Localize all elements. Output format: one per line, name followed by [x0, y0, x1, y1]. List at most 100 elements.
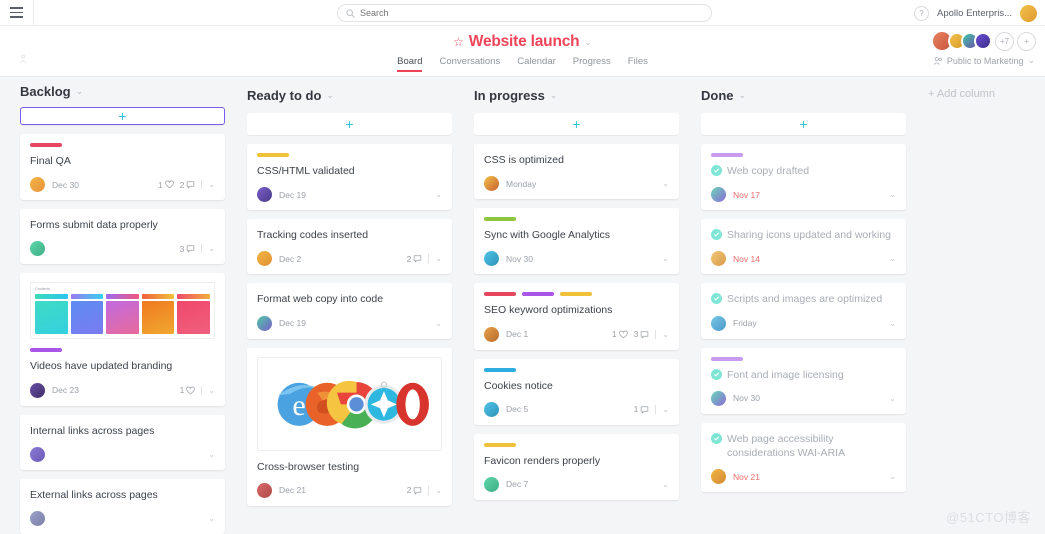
avatar[interactable] [30, 382, 45, 398]
comment-count[interactable]: 2 [407, 254, 423, 264]
avatar[interactable] [974, 32, 992, 50]
label-chip[interactable] [484, 292, 516, 297]
task-card[interactable]: Forms submit data properly 3 ⌄ [20, 209, 225, 265]
tab-progress[interactable]: Progress [573, 56, 611, 72]
avatar[interactable] [30, 511, 45, 526]
org-name[interactable]: Apollo Enterpris... [937, 8, 1012, 19]
chevron-down-icon[interactable]: ⌄ [208, 244, 215, 253]
like-count[interactable]: 1 [180, 385, 196, 395]
chevron-down-icon[interactable]: ⌄ [889, 394, 896, 403]
completed-check-icon[interactable] [711, 229, 722, 241]
chevron-down-icon[interactable]: ⌄ [208, 514, 215, 523]
chevron-down-icon[interactable]: ⌄ [889, 472, 896, 481]
like-count[interactable]: 1 [612, 329, 628, 339]
task-card[interactable]: Internal links across pages ⌄ [20, 414, 225, 470]
search-box[interactable] [337, 4, 712, 22]
chevron-down-icon[interactable]: ⌄ [208, 386, 215, 395]
chevron-down-icon[interactable]: ⌄ [435, 319, 442, 328]
avatar[interactable] [257, 251, 272, 267]
task-card[interactable]: Web copy drafted Nov 17 ⌄ [701, 144, 906, 211]
task-card[interactable]: Sharing icons updated and working Nov 14 ⌄ [701, 219, 906, 275]
comment-count[interactable]: 2 [180, 180, 196, 190]
task-card[interactable]: Final QA Dec 30 1 2 ⌄ [20, 134, 225, 201]
comment-count[interactable]: 1 [634, 404, 650, 414]
label-chip[interactable] [711, 153, 743, 157]
label-chip[interactable] [711, 356, 743, 361]
avatar[interactable] [711, 187, 726, 203]
collapse-sidebar-icon[interactable] [18, 54, 28, 64]
avatar[interactable] [30, 177, 45, 193]
task-card[interactable]: Web page accessibility considerations WA… [701, 422, 906, 493]
task-card[interactable]: Sync with Google Analytics Nov 30 ⌄ [474, 208, 679, 275]
chevron-down-icon[interactable]: ⌄ [435, 254, 442, 263]
task-card[interactable]: CSS is optimized Monday ⌄ [474, 144, 679, 200]
chevron-down-icon[interactable]: ⌄ [326, 90, 334, 101]
task-card[interactable]: Gradients Videos have updated branding Dec… [20, 273, 225, 406]
avatar[interactable] [257, 315, 272, 331]
chevron-down-icon[interactable]: ⌄ [662, 480, 669, 489]
avatar[interactable] [30, 241, 45, 257]
completed-check-icon[interactable] [711, 293, 722, 305]
task-card[interactable]: CSS/HTML validated Dec 19 ⌄ [247, 144, 452, 211]
task-card[interactable]: Tracking codes inserted Dec 2 2 ⌄ [247, 219, 452, 275]
chevron-down-icon[interactable]: ⌄ [208, 180, 215, 189]
avatar[interactable] [257, 482, 272, 498]
avatar[interactable] [1020, 4, 1037, 22]
avatar[interactable] [484, 326, 499, 342]
chevron-down-icon[interactable]: ⌄ [435, 486, 442, 495]
comment-count[interactable]: 3 [180, 244, 196, 254]
comment-count[interactable]: 3 [634, 329, 650, 339]
add-member-button[interactable]: + [1017, 31, 1036, 51]
hamburger-icon[interactable] [0, 0, 34, 26]
chevron-down-icon[interactable]: ⌄ [435, 190, 442, 199]
label-chip[interactable] [484, 217, 516, 222]
label-chip[interactable] [257, 153, 289, 157]
like-count[interactable]: 1 [158, 180, 174, 190]
add-card-button[interactable]: + [474, 113, 679, 135]
tab-files[interactable]: Files [628, 56, 648, 72]
label-chip[interactable] [484, 367, 516, 372]
chevron-down-icon[interactable]: ⌄ [662, 254, 669, 263]
completed-check-icon[interactable] [711, 368, 722, 380]
chevron-down-icon[interactable]: ⌄ [662, 405, 669, 414]
chevron-down-icon[interactable]: ⌄ [208, 450, 215, 459]
tab-board[interactable]: Board [397, 56, 423, 72]
chevron-down-icon[interactable]: ⌄ [662, 330, 669, 339]
avatar[interactable] [711, 251, 726, 267]
chevron-down-icon[interactable]: ⌄ [76, 86, 84, 97]
task-card[interactable]: Scripts and images are optimized Friday ⌄ [701, 283, 906, 339]
avatar[interactable] [484, 401, 499, 417]
privacy-selector[interactable]: Public to Marketing ⌄ [933, 55, 1035, 66]
avatar[interactable] [30, 446, 45, 462]
completed-check-icon[interactable] [711, 165, 722, 176]
task-card[interactable]: External links across pages ⌄ [20, 478, 225, 534]
chevron-down-icon[interactable]: ⌄ [739, 90, 747, 101]
chevron-down-icon[interactable]: ⌄ [889, 319, 896, 328]
task-card[interactable]: Cookies notice Dec 5 1 ⌄ [474, 358, 679, 425]
add-card-button[interactable]: + [247, 113, 452, 135]
avatar[interactable] [711, 315, 726, 331]
task-card[interactable]: SEO keyword optimizations Dec 1 1 3 ⌄ [474, 283, 679, 350]
chevron-down-icon[interactable]: ⌄ [889, 190, 896, 199]
tab-calendar[interactable]: Calendar [517, 56, 556, 72]
chevron-down-icon[interactable]: ⌄ [550, 90, 558, 101]
avatar[interactable] [257, 187, 272, 203]
add-column-button[interactable]: + Add column [928, 77, 995, 534]
completed-check-icon[interactable] [711, 432, 722, 444]
avatar[interactable] [711, 469, 726, 485]
member-overflow-count[interactable]: +7 [995, 31, 1014, 51]
avatar[interactable] [484, 176, 499, 192]
avatar[interactable] [484, 476, 499, 492]
label-chip[interactable] [484, 442, 516, 447]
chevron-down-icon[interactable]: ⌄ [584, 37, 592, 48]
star-icon[interactable]: ☆ [453, 35, 464, 49]
label-chip[interactable] [30, 348, 62, 353]
avatar[interactable] [484, 251, 499, 267]
add-card-button[interactable]: + [701, 113, 906, 135]
chevron-down-icon[interactable]: ⌄ [1027, 55, 1035, 66]
avatar[interactable] [711, 390, 726, 406]
chevron-down-icon[interactable]: ⌄ [889, 254, 896, 263]
tab-conversations[interactable]: Conversations [439, 56, 500, 72]
chevron-down-icon[interactable]: ⌄ [662, 179, 669, 188]
help-icon[interactable]: ? [914, 5, 930, 21]
